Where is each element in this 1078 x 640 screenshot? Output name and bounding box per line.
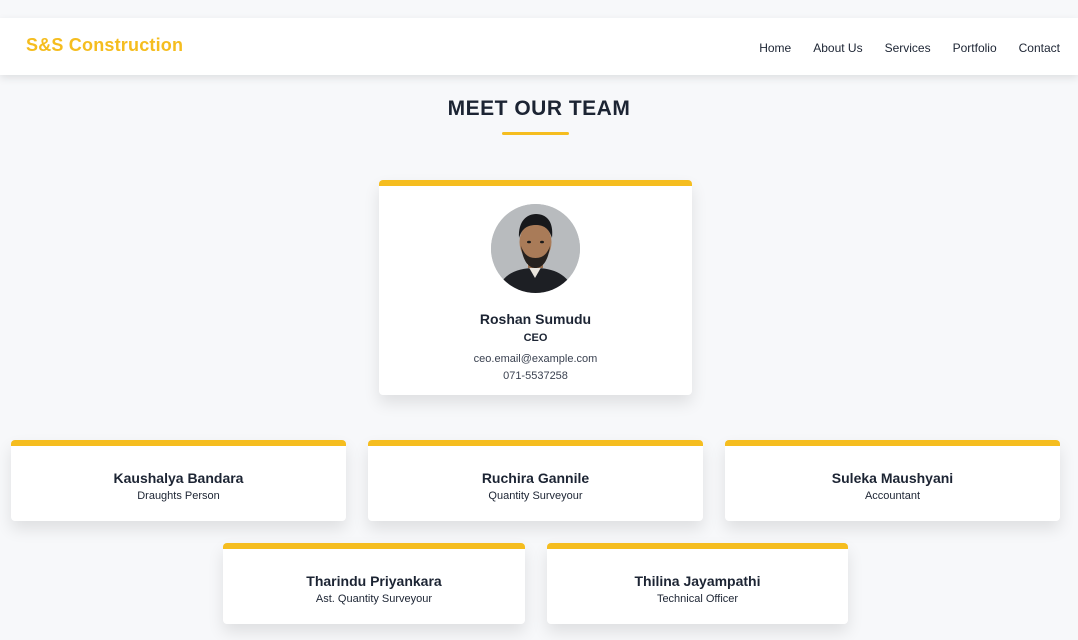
- member-name: Tharindu Priyankara: [306, 573, 442, 589]
- member-role: Quantity Surveyour: [488, 490, 583, 502]
- navbar: S&S Construction Home About Us Services …: [0, 18, 1078, 75]
- team-card: Suleka Maushyani Accountant: [725, 440, 1060, 521]
- main-nav: Home About Us Services Portfolio Contact: [759, 41, 1060, 55]
- member-name: Ruchira Gannile: [481, 470, 590, 486]
- member-name: Thilina Jayampathi: [634, 573, 761, 589]
- member-name: Roshan Sumudu: [479, 311, 592, 327]
- member-role: Ast. Quantity Surveyour: [315, 593, 433, 605]
- title-underline: [502, 132, 569, 135]
- nav-home[interactable]: Home: [759, 41, 791, 55]
- member-phone[interactable]: 071-5537258: [379, 370, 692, 382]
- team-card: Ruchira Gannile Quantity Surveyour: [368, 440, 703, 521]
- member-role: Draughts Person: [137, 490, 220, 502]
- section-title: MEET OUR TEAM: [447, 97, 631, 120]
- nav-contact[interactable]: Contact: [1019, 41, 1060, 55]
- brand-logo[interactable]: S&S Construction: [26, 35, 183, 56]
- member-role: CEO: [523, 332, 548, 344]
- ceo-avatar: [491, 204, 580, 293]
- ceo-card: Roshan Sumudu CEO ceo.email@example.com …: [379, 180, 692, 395]
- member-email[interactable]: ceo.email@example.com: [379, 353, 692, 365]
- member-role: Accountant: [864, 490, 921, 502]
- member-name: Kaushalya Bandara: [113, 470, 244, 486]
- member-role: Technical Officer: [656, 593, 739, 605]
- nav-services[interactable]: Services: [885, 41, 931, 55]
- team-card: Tharindu Priyankara Ast. Quantity Survey…: [223, 543, 525, 624]
- person-photo-icon: [491, 204, 580, 293]
- top-strip: [0, 0, 1078, 18]
- team-card: Kaushalya Bandara Draughts Person: [11, 440, 346, 521]
- member-name: Suleka Maushyani: [831, 470, 954, 486]
- team-card: Thilina Jayampathi Technical Officer: [547, 543, 848, 624]
- nav-portfolio[interactable]: Portfolio: [953, 41, 997, 55]
- nav-about-us[interactable]: About Us: [813, 41, 862, 55]
